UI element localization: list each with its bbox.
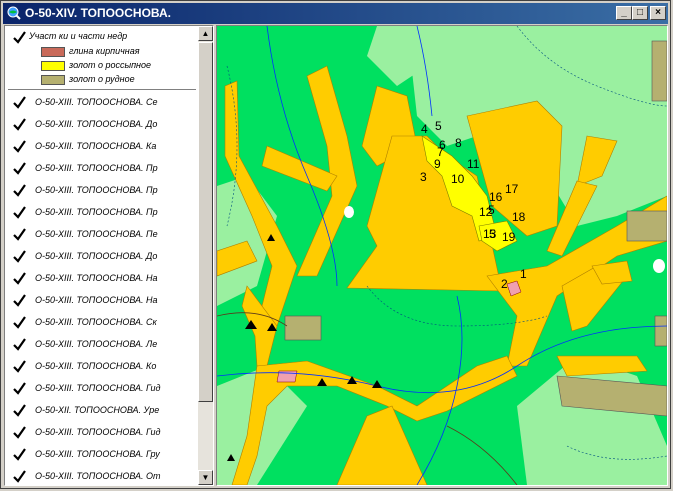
legend-label-clay: глина кирпичная <box>69 46 140 56</box>
layer-row[interactable]: O-50-XIII. ТОПООСНОВА. На <box>5 268 198 290</box>
toc-scrollbar[interactable]: ▲ ▼ <box>198 26 213 485</box>
map-label: 5 <box>489 227 496 241</box>
window-title: O-50-XIV. ТОПООСНОВА. <box>25 6 171 20</box>
legend-label-placer-gold: золот о россыпное <box>69 60 152 70</box>
map-label: 9 <box>434 157 441 171</box>
layer-row[interactable]: O-50-XIII. ТОПООСНОВА. До <box>5 114 198 136</box>
checkbox-checked-icon[interactable] <box>13 338 26 351</box>
map-label: 5 <box>435 119 442 133</box>
map-label: 8 <box>455 136 462 150</box>
map-view[interactable]: 1 2 3 4 5 6 7 8 9 10 11 12 13 16 17 18 1… <box>216 25 668 486</box>
ore-gold-area <box>626 210 667 242</box>
checkbox-checked-icon[interactable] <box>13 228 26 241</box>
title-bar[interactable]: O-50-XIV. ТОПООСНОВА. _ □ × <box>3 3 668 24</box>
map-canvas[interactable]: 1 2 3 4 5 6 7 8 9 10 11 12 13 16 17 18 1… <box>217 26 667 485</box>
checkbox-checked-icon[interactable] <box>13 184 26 197</box>
layer-label: O-50-XIII. ТОПООСНОВА. Пр <box>35 207 158 217</box>
white-patch <box>344 206 354 218</box>
checkbox-checked-icon[interactable] <box>13 31 26 44</box>
layer-label: O-50-XII. ТОПООСНОВА. Уре <box>35 405 160 415</box>
layer-row[interactable]: O-50-XIII. ТОПООСНОВА. Пр <box>5 158 198 180</box>
map-label: 5 <box>488 203 495 217</box>
layer-row[interactable]: O-50-XIII. ТОПООСНОВА. Пр <box>5 180 198 202</box>
ore-gold-area <box>654 315 667 347</box>
checkbox-checked-icon[interactable] <box>13 140 26 153</box>
layer-label: O-50-XIII. ТОПООСНОВА. До <box>35 251 158 261</box>
checkbox-checked-icon[interactable] <box>13 382 26 395</box>
layer-row[interactable]: O-50-XIII. ТОПООСНОВА. Гид <box>5 422 198 444</box>
checkbox-checked-icon[interactable] <box>13 272 26 285</box>
scroll-up-button[interactable]: ▲ <box>198 26 213 41</box>
maximize-button[interactable]: □ <box>632 6 648 20</box>
globe-icon <box>7 6 21 20</box>
checkbox-checked-icon[interactable] <box>13 250 26 263</box>
layer-label: O-50-XIII. ТОПООСНОВА. Пр <box>35 163 158 173</box>
checkbox-checked-icon[interactable] <box>13 426 26 439</box>
ore-gold-area <box>284 315 322 341</box>
map-label: 11 <box>467 157 480 171</box>
checkbox-checked-icon[interactable] <box>13 162 26 175</box>
checkbox-checked-icon[interactable] <box>13 206 26 219</box>
layer-row[interactable]: O-50-XIII. ТОПООСНОВА. На <box>5 290 198 312</box>
layer-label: O-50-XIII. ТОПООСНОВА. Ко <box>35 361 157 371</box>
layer-label: O-50-XIII. ТОПООСНОВА. Пе <box>35 229 158 239</box>
scroll-thumb[interactable] <box>198 42 213 402</box>
layer-row[interactable]: O-50-XIII. ТОПООСНОВА. Гру <box>5 444 198 466</box>
layer-row[interactable]: O-50-XIII. ТОПООСНОВА. Ко <box>5 356 198 378</box>
map-window: O-50-XIV. ТОПООСНОВА. _ □ × Участ ки и ч… <box>0 0 671 489</box>
close-button[interactable]: × <box>650 6 666 20</box>
layer-row[interactable]: O-50-XIII. ТОПООСНОВА. Пр <box>5 202 198 224</box>
layer-label: O-50-XIII. ТОПООСНОВА. Се <box>35 97 158 107</box>
layer-row[interactable]: O-50-XIII. ТОПООСНОВА. Ка <box>5 136 198 158</box>
ore-gold-area <box>651 40 667 102</box>
map-label: 1 <box>520 267 527 281</box>
layer-row[interactable]: O-50-XIII. ТОПООСНОВА. Гид <box>5 378 198 400</box>
layer-label: O-50-XIII. ТОПООСНОВА. Ка <box>35 141 157 151</box>
map-label: 4 <box>421 122 428 136</box>
layer-row[interactable]: O-50-XIII. ТОПООСНОВА. Ле <box>5 334 198 356</box>
layer-row[interactable]: O-50-XII. ТОПООСНОВА. Уре <box>5 400 198 422</box>
map-label: 18 <box>512 210 526 224</box>
layer-label: O-50-XIII. ТОПООСНОВА. На <box>35 273 158 283</box>
checkbox-checked-icon[interactable] <box>13 294 26 307</box>
layer-label: O-50-XIII. ТОПООСНОВА. От <box>35 471 161 481</box>
map-label: 16 <box>489 190 503 204</box>
layer-row[interactable]: O-50-XIII. ТОПООСНОВА. Ск <box>5 312 198 334</box>
map-label: 10 <box>451 172 465 186</box>
checkbox-checked-icon[interactable] <box>13 404 26 417</box>
map-label: 3 <box>420 170 427 184</box>
map-label: 19 <box>502 230 516 244</box>
layer-label: O-50-XIII. ТОПООСНОВА. Гид <box>35 383 161 393</box>
checkbox-checked-icon[interactable] <box>13 96 26 109</box>
legend-swatch-placer-gold <box>41 61 65 71</box>
white-patch <box>653 259 665 273</box>
checkbox-checked-icon[interactable] <box>13 448 26 461</box>
table-of-contents: Участ ки и части недр глина кирпичная зо… <box>4 25 214 486</box>
map-label: 17 <box>505 182 519 196</box>
legend-title: Участ ки и части недр <box>29 31 128 41</box>
layer-row[interactable]: O-50-XIII. ТОПООСНОВА. До <box>5 246 198 268</box>
layer-list: Участ ки и части недр глина кирпичная зо… <box>5 26 198 485</box>
layer-label: O-50-XIII. ТОПООСНОВА. Пр <box>35 185 158 195</box>
layer-label: O-50-XIII. ТОПООСНОВА. Ск <box>35 317 157 327</box>
checkbox-checked-icon[interactable] <box>13 118 26 131</box>
legend-swatch-ore-gold <box>41 75 65 85</box>
layer-label: O-50-XIII. ТОПООСНОВА. До <box>35 119 158 129</box>
map-label: 2 <box>501 277 508 291</box>
layer-label: O-50-XIII. ТОПООСНОВА. Ле <box>35 339 158 349</box>
layer-label: O-50-XIII. ТОПООСНОВА. Гру <box>35 449 160 459</box>
layer-label: O-50-XIII. ТОПООСНОВА. Гид <box>35 427 161 437</box>
legend-swatch-clay <box>41 47 65 57</box>
legend-label-ore-gold: золот о рудное <box>69 74 135 84</box>
checkbox-checked-icon[interactable] <box>13 316 26 329</box>
layer-row[interactable]: O-50-XIII. ТОПООСНОВА. Се <box>5 92 198 114</box>
layer-row[interactable]: O-50-XIII. ТОПООСНОВА. От <box>5 466 198 485</box>
layer-row[interactable]: O-50-XIII. ТОПООСНОВА. Пе <box>5 224 198 246</box>
checkbox-checked-icon[interactable] <box>13 470 26 483</box>
minimize-button[interactable]: _ <box>616 6 632 20</box>
legend-divider <box>8 89 196 90</box>
checkbox-checked-icon[interactable] <box>13 360 26 373</box>
scroll-down-button[interactable]: ▼ <box>198 470 213 485</box>
layer-label: O-50-XIII. ТОПООСНОВА. На <box>35 295 158 305</box>
